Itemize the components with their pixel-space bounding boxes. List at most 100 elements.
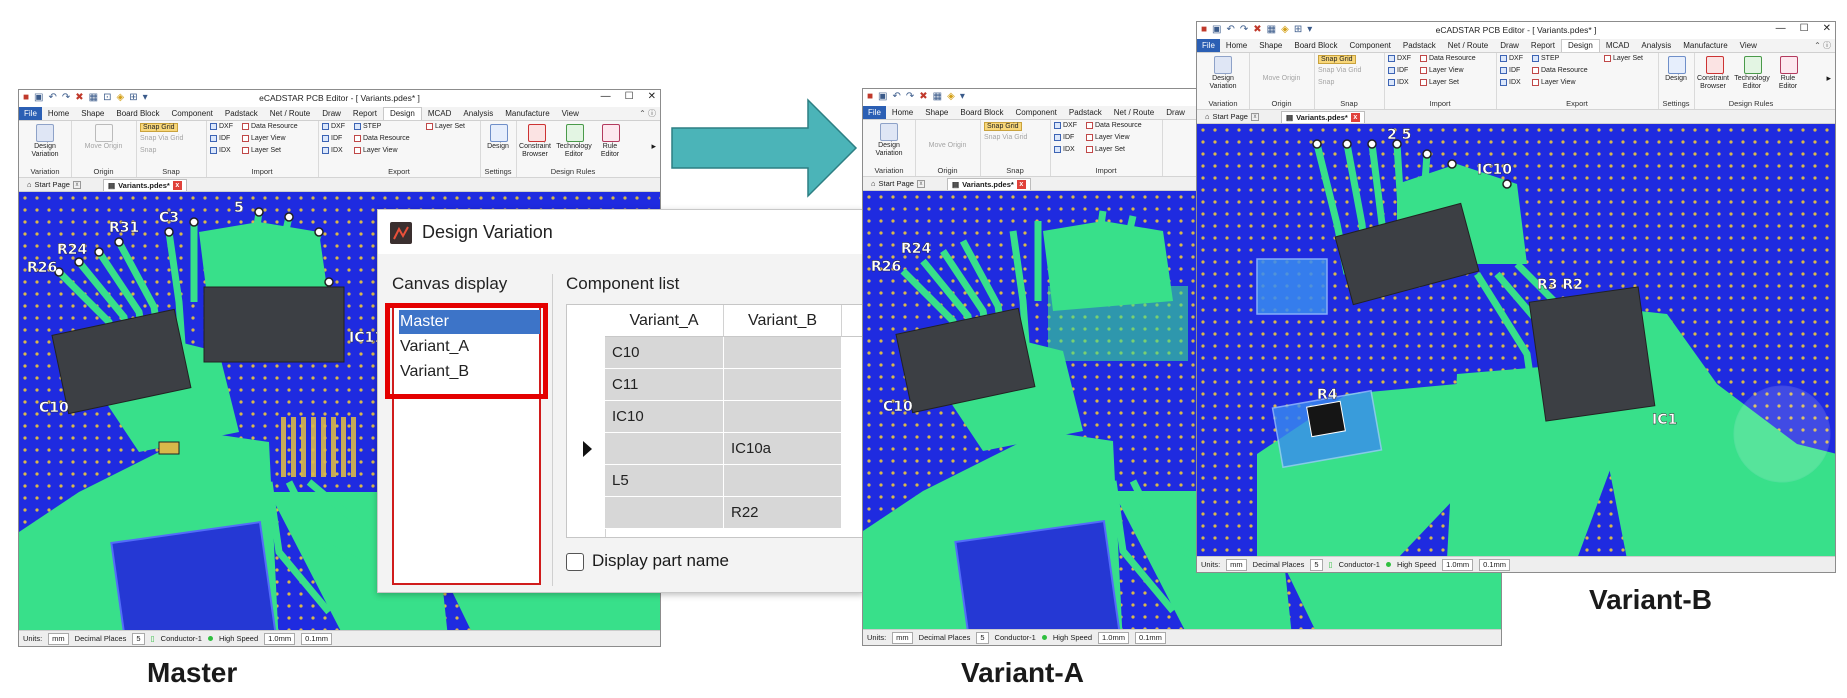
import-idx-button[interactable]: IDX bbox=[1054, 146, 1075, 153]
save-icon[interactable]: ▣ bbox=[878, 91, 887, 102]
menu-report[interactable]: Report bbox=[1525, 41, 1561, 50]
import-data-resource-button[interactable]: Data Resource bbox=[1420, 55, 1476, 62]
export-step-button[interactable]: STEP bbox=[354, 123, 381, 130]
units-select[interactable]: mm bbox=[892, 631, 913, 644]
menu-net-route[interactable]: Net / Route bbox=[264, 109, 316, 118]
minimize-icon[interactable]: — bbox=[601, 91, 611, 102]
tab-close-icon[interactable]: x bbox=[172, 181, 182, 190]
tab-close-icon[interactable]: x bbox=[72, 180, 81, 189]
menu-board-block[interactable]: Board Block bbox=[954, 108, 1009, 117]
import-data-resource-button[interactable]: Data Resource bbox=[242, 123, 298, 130]
menu-draw[interactable]: Draw bbox=[1160, 108, 1191, 117]
export-layer-view-button[interactable]: Layer View bbox=[1532, 79, 1576, 86]
units-select[interactable]: mm bbox=[1226, 558, 1247, 571]
pcb-canvas[interactable]: R3 R2 R4 IC1 IC10 2 5 bbox=[1197, 124, 1835, 557]
import-dxf-button[interactable]: DXF bbox=[1054, 122, 1077, 129]
menu-view[interactable]: View bbox=[556, 109, 585, 118]
undo-icon[interactable]: ↶ bbox=[893, 91, 901, 102]
rule-editor-button[interactable]: Rule Editor bbox=[1772, 75, 1804, 91]
cell-row3-b[interactable] bbox=[724, 401, 842, 433]
ribbon-scroll-icon[interactable]: ▸ bbox=[1826, 73, 1831, 84]
export-idx-button[interactable]: IDX bbox=[1500, 79, 1521, 86]
high-speed-label[interactable]: High Speed bbox=[1053, 633, 1092, 642]
width-select[interactable]: 1.0mm bbox=[1098, 631, 1129, 644]
export-layer-set-button[interactable]: Layer Set bbox=[1604, 55, 1643, 62]
snap-via-grid-button[interactable]: Snap Via Grid bbox=[1318, 67, 1361, 74]
ribbon-collapse-icon[interactable]: ⌃ ⓘ bbox=[1808, 40, 1835, 51]
gap-select[interactable]: 0.1mm bbox=[301, 632, 332, 645]
export-idf-button[interactable]: IDF bbox=[1500, 67, 1520, 74]
width-select[interactable]: 1.0mm bbox=[1442, 558, 1474, 571]
ribbon-scroll-icon[interactable]: ▸ bbox=[651, 141, 656, 152]
maximize-icon[interactable]: ☐ bbox=[1800, 23, 1809, 34]
import-idf-button[interactable]: IDF bbox=[210, 135, 230, 142]
menu-draw[interactable]: Draw bbox=[1494, 41, 1525, 50]
tab-close-icon[interactable]: x bbox=[916, 179, 925, 188]
tab-variants[interactable]: ▤ Variants.pdes* x bbox=[1281, 111, 1365, 123]
import-layer-set-button[interactable]: Layer Set bbox=[1420, 79, 1459, 86]
tab-start-page[interactable]: ⌂ Start Page x bbox=[867, 178, 929, 189]
display-part-name-checkbox[interactable] bbox=[566, 553, 584, 571]
column-header-variant-a[interactable]: Variant_A bbox=[605, 305, 724, 337]
menu-home[interactable]: Home bbox=[42, 109, 75, 118]
export-data-resource-button[interactable]: Data Resource bbox=[1532, 67, 1588, 74]
menu-draw[interactable]: Draw bbox=[316, 109, 347, 118]
export-step-button[interactable]: STEP bbox=[1532, 55, 1559, 62]
cell-row6-a[interactable] bbox=[605, 497, 724, 529]
move-origin-button[interactable]: Move Origin bbox=[73, 143, 134, 151]
import-idx-button[interactable]: IDX bbox=[210, 147, 231, 154]
menu-file[interactable]: File bbox=[19, 107, 42, 120]
export-dxf-button[interactable]: DXF bbox=[1500, 55, 1523, 62]
import-idf-button[interactable]: IDF bbox=[1054, 134, 1074, 141]
export-dxf-button[interactable]: DXF bbox=[322, 123, 345, 130]
high-speed-label[interactable]: High Speed bbox=[219, 634, 258, 643]
menu-padstack[interactable]: Padstack bbox=[219, 109, 264, 118]
design-variation-button[interactable]: Design Variation bbox=[865, 142, 913, 158]
minimize-icon[interactable]: — bbox=[1776, 23, 1786, 34]
design-variation-button[interactable]: Design Variation bbox=[1199, 75, 1247, 91]
menu-component[interactable]: Component bbox=[1344, 41, 1397, 50]
menu-analysis[interactable]: Analysis bbox=[457, 109, 499, 118]
decimal-places-select[interactable]: 5 bbox=[132, 632, 145, 645]
import-idx-button[interactable]: IDX bbox=[1388, 79, 1409, 86]
import-data-resource-button[interactable]: Data Resource bbox=[1086, 122, 1142, 129]
menu-component[interactable]: Component bbox=[1010, 108, 1063, 117]
tab-variants[interactable]: ▤ Variants.pdes* x bbox=[947, 178, 1031, 190]
cell-row4-b[interactable]: IC10a bbox=[724, 433, 842, 465]
cell-row2-b[interactable] bbox=[724, 369, 842, 401]
export-layer-set-button[interactable]: Layer Set bbox=[426, 123, 465, 130]
menu-analysis[interactable]: Analysis bbox=[1635, 41, 1677, 50]
constraint-browser-button[interactable]: Constraint Browser bbox=[1694, 75, 1732, 91]
tab-close-icon[interactable]: x bbox=[1250, 112, 1259, 121]
import-dxf-button[interactable]: DXF bbox=[1388, 55, 1411, 62]
cell-row3-a[interactable]: IC10 bbox=[605, 401, 724, 433]
delete-icon[interactable]: ✖ bbox=[919, 91, 927, 102]
cell-row6-b[interactable]: R22 bbox=[724, 497, 842, 529]
more-icon[interactable]: ▾ bbox=[960, 91, 965, 102]
menu-component[interactable]: Component bbox=[166, 109, 219, 118]
import-layer-set-button[interactable]: Layer Set bbox=[1086, 146, 1125, 153]
high-speed-label[interactable]: High Speed bbox=[1397, 560, 1436, 569]
redo-icon[interactable]: ↷ bbox=[906, 91, 914, 102]
snap-via-grid-button[interactable]: Snap Via Grid bbox=[984, 134, 1027, 141]
design-variation-button[interactable]: Design Variation bbox=[21, 143, 69, 159]
import-layer-view-button[interactable]: Layer View bbox=[242, 135, 286, 142]
menu-file[interactable]: File bbox=[863, 106, 886, 119]
cell-row1-b[interactable] bbox=[724, 337, 842, 369]
menu-manufacture[interactable]: Manufacture bbox=[1677, 41, 1733, 50]
menu-shape[interactable]: Shape bbox=[1253, 41, 1288, 50]
menu-padstack[interactable]: Padstack bbox=[1063, 108, 1108, 117]
design-settings-button[interactable]: Design bbox=[1658, 75, 1694, 83]
export-idx-button[interactable]: IDX bbox=[322, 147, 343, 154]
units-select[interactable]: mm bbox=[48, 632, 69, 645]
import-layer-view-button[interactable]: Layer View bbox=[1420, 67, 1464, 74]
column-header-variant-b[interactable]: Variant_B bbox=[724, 305, 842, 337]
ribbon-collapse-icon[interactable]: ⌃ ⓘ bbox=[633, 108, 660, 119]
cell-row2-a[interactable]: C11 bbox=[605, 369, 724, 401]
export-idf-button[interactable]: IDF bbox=[322, 135, 342, 142]
grid-icon[interactable]: ▦ bbox=[933, 91, 942, 102]
close-icon[interactable]: ✕ bbox=[1823, 23, 1831, 34]
menu-file[interactable]: File bbox=[1197, 39, 1220, 52]
conductor-label[interactable]: Conductor-1 bbox=[161, 634, 202, 643]
menu-home[interactable]: Home bbox=[1220, 41, 1253, 50]
